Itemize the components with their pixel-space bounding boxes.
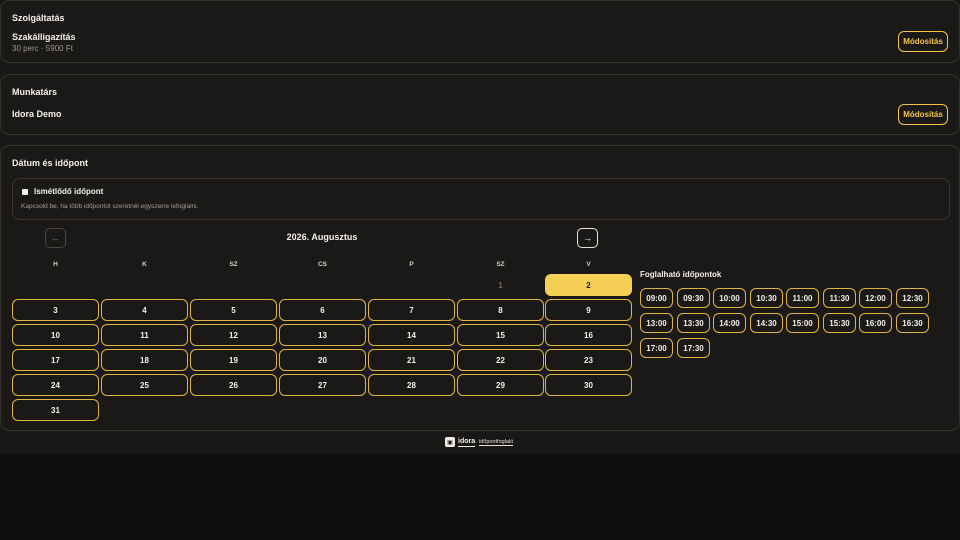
time-slot[interactable]: 09:00 — [640, 288, 673, 308]
calendar-day[interactable]: 27 — [279, 374, 366, 396]
calendar-day[interactable]: 3 — [12, 299, 99, 321]
staff-heading: Munkatárs — [12, 87, 58, 97]
repeat-help-text: Kapcsold be, ha több időpontot szeretnél… — [21, 203, 199, 210]
time-slot[interactable]: 12:00 — [859, 288, 892, 308]
datetime-heading: Dátum és időpont — [12, 158, 88, 168]
calendar-day[interactable]: 11 — [101, 324, 188, 346]
calendar-day[interactable]: 17 — [12, 349, 99, 371]
calendar-day[interactable]: 30 — [545, 374, 632, 396]
weekday-label: H — [53, 261, 58, 268]
datetime-card: Dátum és időpont Ismétlődő időpont Kapcs… — [0, 145, 960, 431]
calendar-day[interactable]: 7 — [368, 299, 455, 321]
calendar-day[interactable]: 10 — [12, 324, 99, 346]
calendar-day[interactable]: 28 — [368, 374, 455, 396]
calendar-day[interactable]: 15 — [457, 324, 544, 346]
calendar-day[interactable]: 19 — [190, 349, 277, 371]
calendar-day[interactable]: 16 — [545, 324, 632, 346]
calendar-day[interactable]: 8 — [457, 299, 544, 321]
calendar-day[interactable]: 23 — [545, 349, 632, 371]
service-card: Szolgáltatás Szakálligazítás 30 perc · 5… — [0, 0, 960, 63]
time-slot[interactable]: 17:00 — [640, 338, 673, 358]
weekday-label: SZ — [496, 261, 505, 268]
calendar-day[interactable]: 4 — [101, 299, 188, 321]
calendar-day[interactable]: 6 — [279, 299, 366, 321]
calendar-day-selected[interactable]: 2 — [545, 274, 632, 296]
calendar-day[interactable]: 21 — [368, 349, 455, 371]
service-details: 30 perc · 5900 Ft — [12, 44, 73, 53]
time-slot[interactable]: 17:30 — [677, 338, 710, 358]
calendar-day[interactable]: 12 — [190, 324, 277, 346]
brand-link[interactable]: idora — [458, 438, 476, 447]
weekday-label: CS — [317, 261, 328, 268]
calendar-day[interactable]: 31 — [12, 399, 99, 421]
weekday-label: V — [586, 261, 591, 268]
calendar-day[interactable]: 9 — [545, 299, 632, 321]
calendar-day[interactable]: 14 — [368, 324, 455, 346]
service-heading: Szolgáltatás — [12, 13, 65, 23]
time-slot[interactable]: 13:30 — [677, 313, 710, 333]
calendar-day[interactable]: 22 — [457, 349, 544, 371]
time-slot[interactable]: 11:30 — [823, 288, 856, 308]
month-title: 2026. Augusztus — [286, 232, 358, 242]
calendar-logo-icon: ▣ — [445, 437, 455, 447]
weekday-label: P — [409, 261, 414, 268]
arrow-right-icon: → — [583, 233, 592, 243]
time-slot[interactable]: 10:30 — [750, 288, 783, 308]
staff-name: Idora Demo — [12, 109, 62, 119]
calendar-day[interactable]: 24 — [12, 374, 99, 396]
modify-service-button[interactable]: Módosítás — [898, 31, 948, 52]
repeat-checkbox[interactable] — [22, 189, 28, 195]
time-slot[interactable]: 10:00 — [713, 288, 746, 308]
slots-heading: Foglalható időpontok — [640, 270, 722, 279]
calendar-day[interactable]: 5 — [190, 299, 277, 321]
time-slot[interactable]: 15:00 — [786, 313, 819, 333]
time-slot[interactable]: 12:30 — [896, 288, 929, 308]
calendar-day[interactable]: 13 — [279, 324, 366, 346]
weekday-label: SZ — [229, 261, 238, 268]
calendar-day[interactable]: 26 — [190, 374, 277, 396]
calendar-day: 1 — [498, 280, 503, 290]
repeat-option: Ismétlődő időpont Kapcsold be, ha több i… — [12, 178, 950, 220]
calendar-day[interactable]: 29 — [457, 374, 544, 396]
weekday-label: K — [142, 261, 147, 268]
time-slot[interactable]: 14:30 — [750, 313, 783, 333]
calendar-day[interactable]: 25 — [101, 374, 188, 396]
service-name: Szakálligazítás — [12, 32, 76, 42]
calendar-day[interactable]: 18 — [101, 349, 188, 371]
time-slot[interactable]: 16:00 — [859, 313, 892, 333]
time-slot[interactable]: 09:30 — [677, 288, 710, 308]
time-slot[interactable]: 14:00 — [713, 313, 746, 333]
brand-tagline[interactable]: időpontfoglaló — [479, 439, 514, 446]
time-slot[interactable]: 15:30 — [823, 313, 856, 333]
time-slot[interactable]: 11:00 — [786, 288, 819, 308]
calendar-day[interactable]: 20 — [279, 349, 366, 371]
time-slot[interactable]: 16:30 — [896, 313, 929, 333]
modify-staff-button[interactable]: Módosítás — [898, 104, 948, 125]
time-slot[interactable]: 13:00 — [640, 313, 673, 333]
next-month-button[interactable]: → — [577, 228, 598, 248]
repeat-label[interactable]: Ismétlődő időpont — [34, 187, 103, 196]
staff-card: Munkatárs Idora Demo Módosítás — [0, 74, 960, 135]
footer: ▣ idora időpontfoglaló — [0, 437, 960, 449]
booking-page: Szolgáltatás Szakálligazítás 30 perc · 5… — [0, 0, 960, 454]
